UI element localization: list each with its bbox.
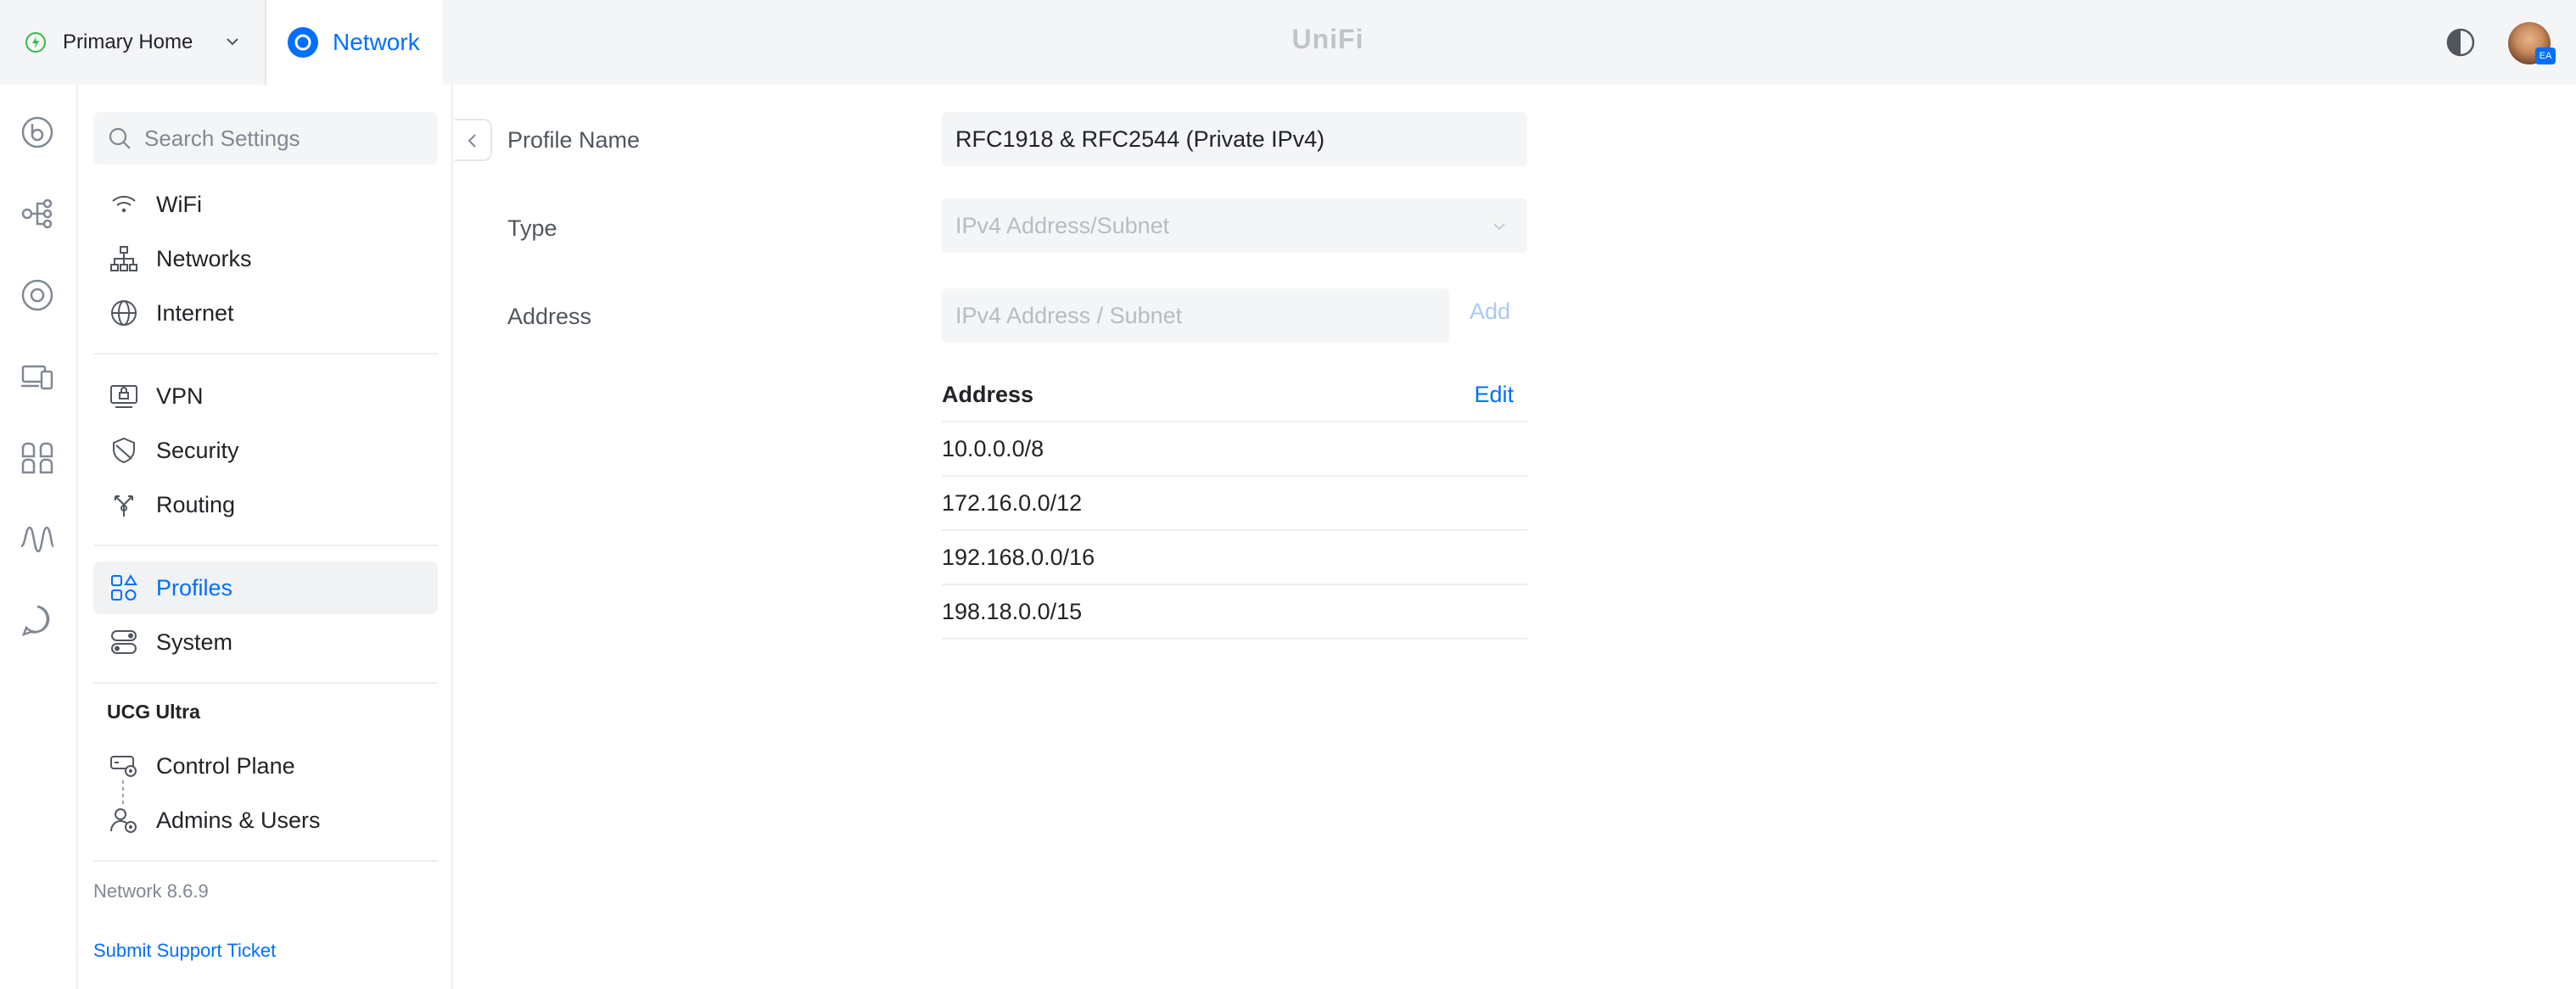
profile-name-field[interactable]	[942, 112, 1527, 166]
sidebar-item-label: Security	[156, 437, 239, 463]
profiles-icon	[111, 574, 137, 601]
dashboard-icon[interactable]	[19, 114, 56, 151]
collapse-sidebar-button[interactable]	[455, 119, 492, 161]
device-section-title: UCG Ultra	[107, 701, 200, 723]
sidebar-item-vpn[interactable]: VPN	[93, 370, 438, 422]
settings-sidebar: WiFi Networks Internet VPN	[78, 85, 453, 989]
site-switcher[interactable]: Primary Home	[0, 0, 265, 85]
network-app-icon	[288, 27, 318, 58]
table-row: 10.0.0.0/8	[942, 422, 1527, 477]
top-bar: Primary Home Network UniFi EA	[0, 0, 2576, 85]
sidebar-item-networks[interactable]: Networks	[93, 232, 438, 285]
alarm-manager-icon[interactable]	[19, 602, 56, 640]
chevron-down-icon	[1493, 223, 1505, 231]
table-row: 172.16.0.0/12	[942, 477, 1527, 531]
app-rail	[0, 85, 78, 989]
version-text: Network 8.6.9	[93, 880, 209, 902]
sidebar-item-routing[interactable]: Routing	[93, 478, 438, 531]
brand-logo: UniFi	[1291, 24, 1364, 54]
sidebar-item-label: Profiles	[156, 574, 233, 601]
chevron-left-icon	[468, 134, 476, 148]
chevron-down-icon	[227, 38, 238, 46]
networks-icon	[110, 246, 137, 271]
shield-icon	[113, 437, 135, 464]
vpn-icon	[110, 385, 137, 408]
control-plane-icon	[110, 756, 137, 777]
routing-icon	[115, 495, 133, 517]
sidebar-item-label: WiFi	[156, 191, 202, 217]
sidebar-divider	[93, 860, 438, 862]
sidebar-item-label: Admins & Users	[156, 807, 321, 833]
type-select[interactable]: IPv4 Address/Subnet	[942, 198, 1527, 253]
ports-icon[interactable]	[19, 439, 56, 477]
sidebar-item-label: System	[156, 629, 233, 655]
search-icon	[109, 127, 131, 149]
site-name: Primary Home	[63, 31, 193, 53]
sidebar-item-security[interactable]: Security	[93, 424, 438, 477]
sidebar-item-control-plane[interactable]: Control Plane	[93, 740, 438, 792]
sidebar-item-profiles[interactable]: Profiles	[93, 562, 438, 614]
search-box[interactable]	[93, 112, 438, 165]
toggles-icon	[111, 630, 137, 654]
avatar-badge: EA	[2535, 47, 2556, 64]
topology-icon[interactable]	[19, 195, 56, 232]
profile-name-label: Profile Name	[507, 127, 641, 153]
edit-addresses-button[interactable]: Edit	[1474, 382, 1514, 408]
type-select-value: IPv4 Address/Subnet	[955, 212, 1170, 238]
admins-icon	[110, 808, 137, 833]
type-label: Type	[507, 215, 557, 241]
lightning-icon	[25, 32, 46, 53]
sidebar-item-label: Internet	[156, 299, 234, 326]
address-column-header: Address	[942, 382, 1034, 407]
sidebar-divider	[93, 545, 438, 546]
table-header: Address Edit	[942, 368, 1527, 422]
sidebar-divider	[93, 353, 438, 355]
theme-toggle-icon[interactable]	[2444, 25, 2478, 59]
submit-support-ticket-link[interactable]: Submit Support Ticket	[93, 940, 276, 962]
sidebar-item-wifi[interactable]: WiFi	[93, 178, 438, 231]
devices-icon[interactable]	[19, 277, 56, 314]
wifi-icon	[112, 195, 136, 213]
sidebar-item-internet[interactable]: Internet	[93, 287, 438, 339]
sidebar-item-label: VPN	[156, 383, 204, 409]
search-input[interactable]	[144, 125, 424, 152]
table-row: 198.18.0.0/15	[942, 585, 1527, 640]
app-tab-label: Network	[333, 29, 420, 55]
add-address-button[interactable]: Add	[1470, 299, 1510, 325]
globe-icon	[111, 300, 137, 326]
sidebar-item-label: Control Plane	[156, 752, 295, 779]
sidebar-divider	[93, 682, 438, 684]
address-input[interactable]	[942, 288, 1449, 343]
sidebar-item-system[interactable]: System	[93, 616, 438, 668]
sidebar-item-label: Networks	[156, 245, 252, 271]
table-row: 192.168.0.0/16	[942, 531, 1527, 585]
insights-icon[interactable]	[19, 521, 56, 558]
address-table: Address Edit 10.0.0.0/8 172.16.0.0/12 19…	[942, 368, 1527, 640]
address-label: Address	[507, 304, 592, 329]
clients-icon[interactable]	[19, 358, 56, 395]
app-tab-network[interactable]: Network	[266, 0, 443, 85]
sidebar-item-label: Routing	[156, 491, 236, 517]
sidebar-item-admins-users[interactable]: Admins & Users	[93, 794, 438, 847]
